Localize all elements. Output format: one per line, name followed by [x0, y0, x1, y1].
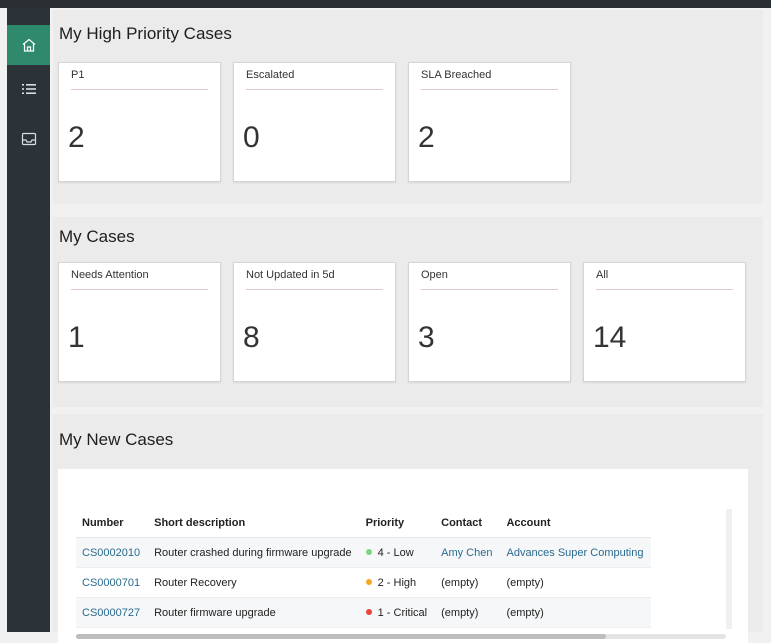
tile-count: 0: [243, 121, 260, 154]
tile-divider: [71, 289, 208, 290]
tile-count: 2: [68, 121, 85, 154]
account-link[interactable]: Advances Super Computing: [506, 547, 643, 559]
list-icon: [21, 82, 37, 96]
case-description: Router crashed during firmware upgrade: [148, 537, 360, 568]
section-title: My Cases: [59, 227, 135, 246]
tile-label: SLA Breached: [421, 69, 492, 81]
scrollbar-thumb[interactable]: [76, 634, 606, 639]
vertical-scrollbar[interactable]: [726, 509, 732, 629]
case-priority: 1 - Critical: [359, 597, 436, 628]
sidebar: [7, 8, 50, 632]
contact-value: (empty): [435, 567, 501, 598]
case-priority: 2 - High: [359, 567, 436, 598]
table-row[interactable]: CS0000727 Router firmware upgrade 1 - Cr…: [76, 597, 652, 628]
tile-count: 3: [418, 321, 435, 354]
tile-not-updated[interactable]: Not Updated in 5d 8: [233, 262, 396, 382]
tile-divider: [421, 289, 558, 290]
horizontal-scrollbar[interactable]: [76, 634, 726, 639]
high-priority-section: My High Priority Cases P1 2 Escalated 0 …: [53, 10, 763, 204]
tile-needs-attention[interactable]: Needs Attention 1: [58, 262, 221, 382]
case-priority: 4 - Low: [359, 537, 436, 568]
section-title: My High Priority Cases: [59, 24, 232, 43]
nav-list[interactable]: [7, 69, 50, 109]
new-cases-table: Number Short description Priority Contac…: [76, 509, 652, 628]
tile-open[interactable]: Open 3: [408, 262, 571, 382]
priority-low-dot: [365, 548, 372, 555]
tile-divider: [596, 289, 733, 290]
my-cases-section: My Cases Needs Attention 1 Not Updated i…: [53, 217, 763, 407]
tile-divider: [421, 89, 558, 90]
tile-count: 1: [68, 321, 85, 354]
tile-label: Not Updated in 5d: [246, 269, 335, 281]
table-row[interactable]: CS0000701 Router Recovery 2 - High (empt…: [76, 567, 652, 598]
new-cases-card: Number Short description Priority Contac…: [58, 469, 748, 643]
contact-value: (empty): [435, 597, 501, 628]
case-description: Router Recovery: [148, 567, 360, 598]
top-bar: [0, 0, 771, 8]
account-value: (empty): [500, 567, 652, 598]
priority-label: 4 - Low: [377, 546, 414, 559]
case-number-link[interactable]: CS0000701: [82, 577, 140, 589]
main-content: My High Priority Cases P1 2 Escalated 0 …: [50, 8, 771, 643]
nav-home[interactable]: [7, 25, 50, 65]
table-header-row: Number Short description Priority Contac…: [76, 509, 652, 538]
priority-high-dot: [365, 578, 372, 585]
home-icon: [21, 37, 37, 53]
column-header-account[interactable]: Account: [500, 509, 652, 538]
account-value: (empty): [500, 597, 652, 628]
tile-escalated[interactable]: Escalated 0: [233, 62, 396, 182]
contact-link[interactable]: Amy Chen: [441, 547, 492, 559]
new-cases-section: My New Cases Number Short description Pr…: [53, 414, 763, 643]
tile-count: 2: [418, 121, 435, 154]
column-header-description[interactable]: Short description: [148, 509, 360, 538]
tile-label: Needs Attention: [71, 269, 149, 281]
priority-critical-dot: [365, 608, 372, 615]
tile-label: Escalated: [246, 69, 295, 81]
tile-all[interactable]: All 14: [583, 262, 746, 382]
tile-divider: [246, 289, 383, 290]
tile-label: P1: [71, 69, 85, 81]
priority-label: 1 - Critical: [377, 606, 428, 619]
nav-inbox[interactable]: [7, 119, 50, 159]
section-title: My New Cases: [59, 430, 174, 449]
tile-label: All: [596, 269, 609, 281]
tile-label: Open: [421, 269, 448, 281]
tile-divider: [71, 89, 208, 90]
column-header-number[interactable]: Number: [76, 509, 149, 538]
tile-p1[interactable]: P1 2: [58, 62, 221, 182]
tile-count: 8: [243, 321, 260, 354]
column-header-contact[interactable]: Contact: [435, 509, 501, 538]
inbox-icon: [21, 132, 37, 146]
table-row[interactable]: CS0002010 Router crashed during firmware…: [76, 537, 652, 568]
case-number-link[interactable]: CS0002010: [82, 547, 140, 559]
tile-sla-breached[interactable]: SLA Breached 2: [408, 62, 571, 182]
case-number-link[interactable]: CS0000727: [82, 607, 140, 619]
column-header-priority[interactable]: Priority: [359, 509, 436, 538]
case-description: Router firmware upgrade: [148, 597, 360, 628]
tile-divider: [246, 89, 383, 90]
priority-label: 2 - High: [377, 576, 417, 589]
tile-count: 14: [593, 321, 627, 354]
